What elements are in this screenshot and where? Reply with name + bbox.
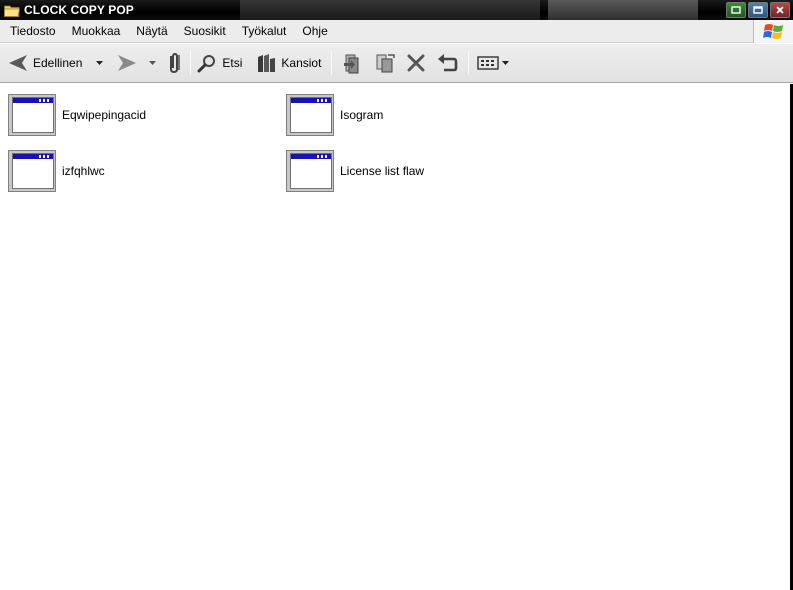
delete-x-icon [407, 54, 425, 72]
toolbar-separator [468, 51, 470, 75]
up-folder-button[interactable] [166, 48, 184, 78]
toolbar: Edellinen Etsi Kansiot [0, 44, 793, 83]
close-icon [776, 6, 784, 14]
folders-icon [258, 54, 276, 72]
file-item[interactable]: License list flaw [286, 149, 424, 193]
background-window-ghost [240, 0, 540, 20]
forward-dropdown-icon[interactable] [149, 61, 157, 65]
minimize-button[interactable] [726, 2, 746, 18]
menu-tools[interactable]: Työkalut [234, 20, 295, 43]
folders-button[interactable]: Kansiot [256, 48, 321, 78]
toolbar-separator [331, 51, 333, 75]
file-name: izfqhlwc [62, 164, 105, 178]
menu-edit[interactable]: Muokkaa [64, 20, 129, 43]
forward-arrow-icon [118, 55, 137, 71]
window-title: CLOCK COPY POP [24, 3, 134, 17]
minimize-icon [731, 6, 741, 14]
background-window-ghost [548, 0, 698, 20]
views-icon [477, 56, 500, 70]
maximize-icon [753, 6, 763, 14]
file-name: License list flaw [340, 164, 425, 178]
application-window-icon [8, 94, 56, 136]
undo-icon [438, 54, 458, 72]
menu-view[interactable]: Näytä [128, 20, 175, 43]
file-name: Eqwipepingacid [62, 108, 147, 122]
toolbar-separator [190, 51, 192, 75]
file-item[interactable]: Isogram [286, 93, 383, 137]
forward-button[interactable] [117, 48, 137, 78]
search-label: Etsi [222, 56, 243, 70]
search-button[interactable]: Etsi [197, 48, 242, 78]
menu-help[interactable]: Ohje [294, 20, 335, 43]
views-button[interactable] [477, 48, 510, 78]
application-window-icon [286, 150, 334, 192]
move-to-button[interactable] [342, 48, 362, 78]
back-dropdown-icon[interactable] [96, 61, 104, 65]
search-icon [197, 55, 216, 73]
views-dropdown-icon [502, 61, 510, 65]
title-bar[interactable]: CLOCK COPY POP [0, 0, 793, 20]
file-item[interactable]: Eqwipepingacid [8, 93, 146, 137]
undo-button[interactable] [436, 48, 458, 78]
back-button[interactable]: Edellinen [8, 48, 82, 78]
explorer-window: CLOCK COPY POP Tiedosto Muokkaa Näytä Su… [0, 0, 793, 590]
file-name: Isogram [340, 108, 384, 122]
paperclip-icon [170, 52, 181, 74]
menu-file[interactable]: Tiedosto [0, 20, 64, 43]
back-label: Edellinen [33, 56, 83, 70]
copy-to-icon [376, 54, 396, 73]
file-item[interactable]: izfqhlwc [8, 149, 105, 193]
delete-button[interactable] [406, 48, 426, 78]
application-window-icon [286, 94, 334, 136]
folder-icon [4, 5, 20, 17]
copy-to-button[interactable] [374, 48, 396, 78]
application-window-icon [8, 150, 56, 192]
menu-favorites[interactable]: Suosikit [176, 20, 234, 43]
close-button[interactable] [770, 2, 790, 18]
back-arrow-icon [9, 55, 27, 71]
move-to-icon [344, 54, 359, 74]
maximize-button[interactable] [748, 2, 768, 18]
windows-logo-icon [753, 20, 793, 43]
file-list: Eqwipepingacid Isogram izfqhlwc License … [0, 84, 793, 590]
menu-bar: Tiedosto Muokkaa Näytä Suosikit Työkalut… [0, 20, 793, 43]
folders-label: Kansiot [281, 56, 322, 70]
